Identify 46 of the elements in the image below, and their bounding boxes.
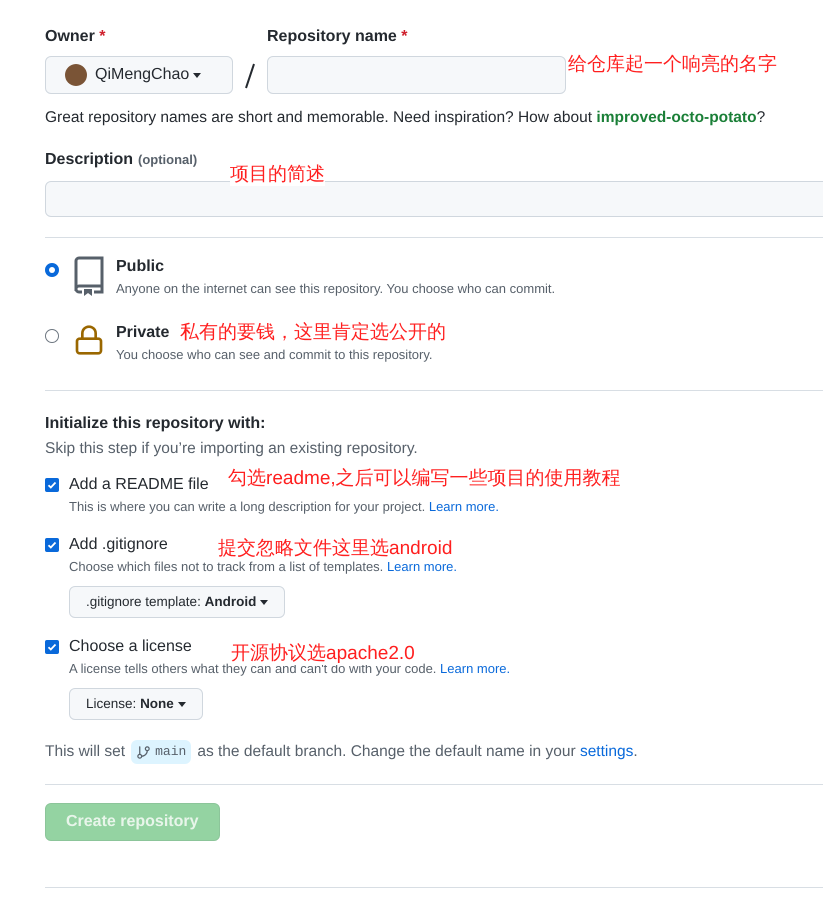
radio-button[interactable] bbox=[45, 329, 59, 343]
checkbox[interactable] bbox=[45, 640, 59, 654]
book-icon bbox=[73, 256, 105, 296]
learn-more-link[interactable]: Learn more. bbox=[386, 559, 458, 574]
annotation-note: 给仓库起一个响亮的名字 bbox=[568, 54, 777, 76]
field-label: Owner * bbox=[45, 27, 106, 47]
section-subtitle: Skip this step if you’re importing an existing repository. bbox=[45, 439, 419, 459]
caret-icon bbox=[193, 72, 202, 78]
visibility-title: Public bbox=[116, 257, 164, 277]
repository-name-field[interactable] bbox=[267, 56, 566, 94]
option-description: Choose which files not to track from a list of templates. Learn more. bbox=[69, 558, 458, 576]
checkbox[interactable] bbox=[45, 478, 59, 492]
dropdown-button[interactable]: .gitignore template: Android bbox=[69, 586, 286, 618]
caret-icon bbox=[260, 600, 268, 604]
visibility-description: You choose who can see and commit to this repository. bbox=[116, 346, 433, 364]
field-label: Repository name * bbox=[267, 27, 408, 47]
visibility-title: Private bbox=[116, 323, 170, 343]
branch-icon bbox=[136, 744, 152, 760]
name-hint: Great repository names are short and memorable. Need inspiration? How about improved-octo-potato? bbox=[45, 108, 766, 128]
owner-dropdown[interactable]: QiMengChao bbox=[45, 56, 233, 94]
checkbox[interactable] bbox=[45, 538, 59, 552]
learn-more-link[interactable]: Learn more. bbox=[428, 499, 499, 514]
description-field[interactable] bbox=[45, 181, 823, 217]
branch-badge: main bbox=[131, 740, 192, 764]
annotation-note: 项目的简述 bbox=[230, 164, 325, 186]
option-label: Add a README file bbox=[69, 475, 209, 495]
annotation-note: 私有的要钱，这里肯定选公开的 bbox=[180, 322, 446, 344]
radio-button[interactable] bbox=[45, 263, 59, 277]
suggestion-link[interactable]: improved-octo-potato bbox=[596, 109, 757, 126]
dropdown-button[interactable]: License: None bbox=[69, 688, 203, 720]
settings-link[interactable]: settings bbox=[580, 740, 634, 764]
optional-label: (optional) bbox=[138, 151, 198, 169]
option-description: This is where you can write a long description for your project. Learn more. bbox=[69, 498, 499, 516]
avatar bbox=[65, 64, 87, 86]
caret-icon bbox=[178, 702, 186, 706]
learn-more-link[interactable]: Learn more. bbox=[440, 661, 510, 676]
field-label: Description bbox=[45, 150, 134, 170]
annotation-note: 提交忽略文件这里选android bbox=[218, 538, 452, 560]
annotation-note: 勾选readme,之后可以编写一些项目的使用教程 bbox=[228, 468, 621, 490]
option-label: Choose a license bbox=[69, 637, 192, 657]
annotation-note: 开源协议选apache2.0 bbox=[231, 643, 415, 665]
visibility-description: Anyone on the internet can see this repository. You choose who can commit. bbox=[116, 280, 556, 298]
section-title: Initialize this repository with: bbox=[45, 414, 266, 434]
slash-icon bbox=[244, 63, 256, 89]
option-label: Add .gitignore bbox=[69, 535, 168, 555]
branch-note: This will set main as the default branch. Change the default name in your settings. bbox=[45, 740, 823, 764]
